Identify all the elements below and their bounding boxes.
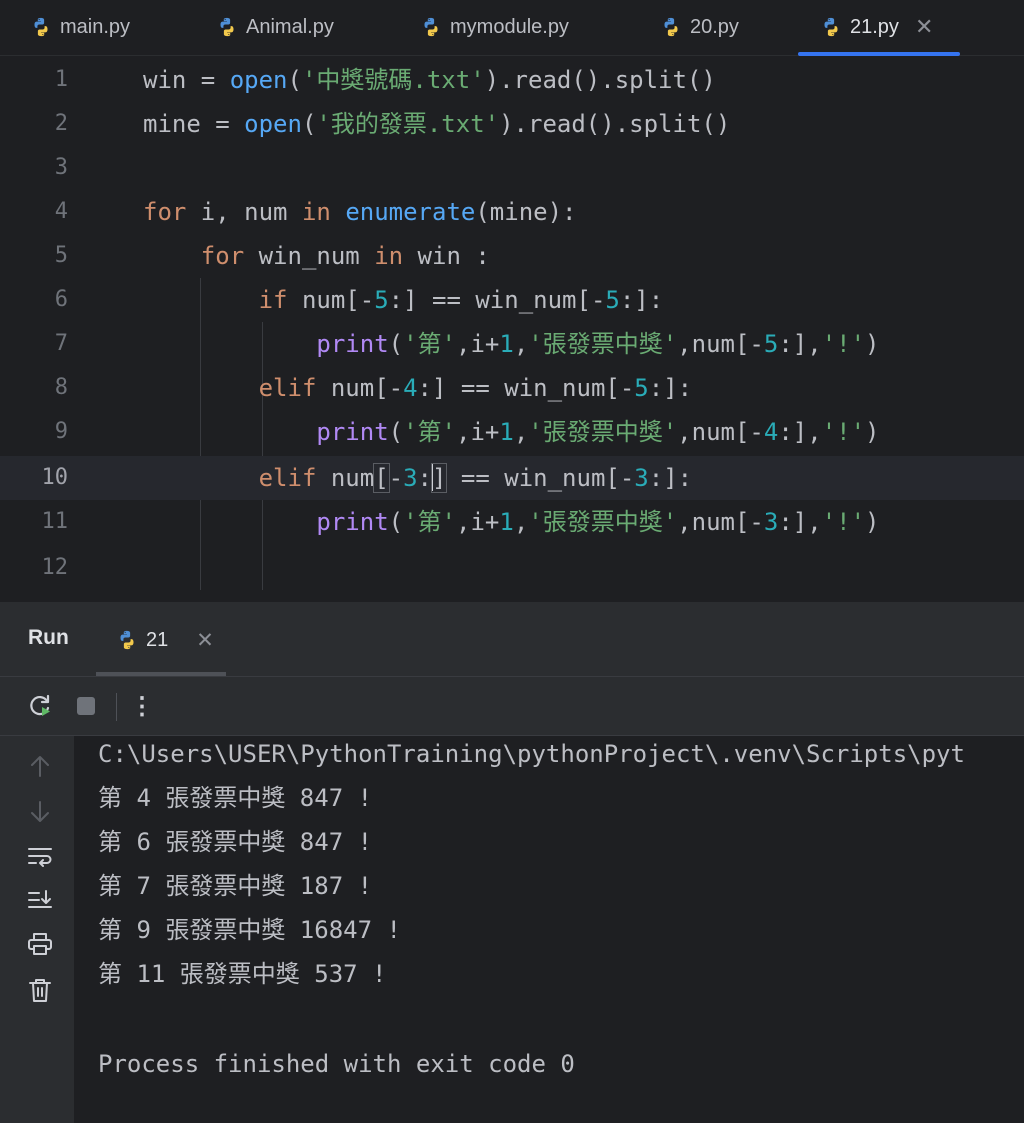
- clear-all-button[interactable]: [24, 974, 56, 1006]
- line-number: 12: [41, 555, 69, 580]
- line-number: 5: [54, 243, 68, 268]
- line-number: 3: [54, 155, 68, 180]
- code-text: elif num[-4:] == win_num[-5:]:: [258, 374, 693, 402]
- line-number: 6: [54, 287, 68, 312]
- console-line: C:\Users\USER\PythonTraining\pythonProje…: [98, 740, 965, 768]
- next-occurrence-button[interactable]: [24, 796, 56, 828]
- arrow-up-icon: [31, 756, 49, 777]
- print-icon: [28, 933, 52, 955]
- line-number: 4: [54, 199, 68, 224]
- code-line: 8 elif num[-4:] == win_num[-5:]:: [0, 366, 1024, 410]
- python-icon: [116, 629, 138, 651]
- python-icon: [216, 16, 238, 38]
- console-line: Process finished with exit code 0: [98, 1050, 575, 1078]
- toolbar-separator: [116, 693, 117, 721]
- code-line: 6 if num[-5:] == win_num[-5:]:: [0, 278, 1024, 322]
- console-line: 第 4 張發票中獎 847 !: [98, 784, 373, 812]
- code-text: mine = open('我的發票.txt').read().split(): [143, 110, 731, 138]
- tab-20-py[interactable]: 20.py: [660, 0, 739, 54]
- run-toolbar: ⋮: [0, 677, 1024, 736]
- code-text: print('第',i+1,'張發票中獎',num[-4:],'!'): [316, 418, 880, 446]
- console-output[interactable]: C:\Users\USER\PythonTraining\pythonProje…: [74, 736, 1024, 1123]
- line-number: 2: [54, 111, 68, 136]
- run-panel-header: Run 21 ✕: [0, 604, 1024, 677]
- close-icon[interactable]: ✕: [915, 14, 933, 40]
- previous-occurrence-button[interactable]: [24, 750, 56, 782]
- python-icon: [820, 16, 842, 38]
- console-line: 第 9 張發票中獎 16847 !: [98, 916, 401, 944]
- run-panel-title: Run: [28, 626, 69, 649]
- tab-label: Animal.py: [246, 15, 334, 38]
- more-options-button[interactable]: ⋮: [126, 690, 158, 722]
- run-tab-21[interactable]: 21 ✕: [96, 604, 226, 676]
- code-line: 7 print('第',i+1,'張發票中獎',num[-5:],'!'): [0, 322, 1024, 366]
- line-number: 10: [41, 465, 69, 490]
- line-number: 11: [41, 509, 69, 534]
- python-icon: [30, 16, 52, 38]
- current-code-line: 10 elif num[-3:] == win_num[-3:]:: [0, 456, 1024, 500]
- code-line: 11 print('第',i+1,'張發票中獎',num[-3:],'!'): [0, 500, 1024, 544]
- rerun-icon: [30, 694, 50, 716]
- run-side-toolbar: [0, 736, 74, 1123]
- stop-icon: [77, 697, 95, 715]
- code-text: if num[-5:] == win_num[-5:]:: [258, 286, 664, 314]
- code-line: 5 for win_num in win :: [0, 234, 1024, 278]
- console-line: 第 11 張發票中獎 537 !: [98, 960, 387, 988]
- scroll-to-end-icon: [28, 890, 52, 908]
- line-number: 1: [54, 67, 68, 92]
- code-text: win = open('中獎號碼.txt').read().split(): [143, 66, 716, 94]
- stop-button[interactable]: [70, 690, 102, 722]
- tab-label: main.py: [60, 15, 131, 38]
- code-text: print('第',i+1,'張發票中獎',num[-3:],'!'): [316, 508, 880, 536]
- python-icon: [420, 16, 442, 38]
- tab-animal-py[interactable]: Animal.py: [216, 0, 334, 54]
- code-text: print('第',i+1,'張發票中獎',num[-5:],'!'): [316, 330, 880, 358]
- editor-tab-bar: main.py Animal.py mymodule.py 20.py 21.p…: [0, 0, 1024, 56]
- code-line: 4 for i, num in enumerate(mine):: [0, 190, 1024, 234]
- rerun-button[interactable]: [24, 690, 56, 722]
- tab-label: mymodule.py: [450, 15, 569, 38]
- scroll-to-end-button[interactable]: [24, 884, 56, 916]
- tab-main-py[interactable]: main.py: [30, 0, 130, 54]
- code-text: for i, num in enumerate(mine):: [143, 198, 577, 226]
- tab-21-py[interactable]: 21.py ✕: [798, 0, 960, 56]
- python-icon: [660, 16, 682, 38]
- trash-icon: [29, 979, 51, 1002]
- code-editor[interactable]: 1 win = open('中獎號碼.txt').read().split() …: [0, 56, 1024, 602]
- line-number: 9: [54, 419, 68, 444]
- code-text: elif num[-3:] == win_num[-3:]:: [258, 463, 693, 493]
- soft-wrap-button[interactable]: [24, 840, 56, 872]
- code-line: 2 mine = open('我的發票.txt').read().split(): [0, 102, 1024, 146]
- code-line: 1 win = open('中獎號碼.txt').read().split(): [0, 58, 1024, 102]
- console-line: 第 7 張發票中獎 187 !: [98, 872, 373, 900]
- code-line: 12: [0, 546, 1024, 590]
- code-line: 9 print('第',i+1,'張發票中獎',num[-4:],'!'): [0, 410, 1024, 454]
- line-number: 7: [54, 331, 68, 356]
- code-line: 3: [0, 146, 1024, 190]
- tab-label: 21.py: [850, 15, 899, 38]
- line-number: 8: [54, 375, 68, 400]
- run-tab-label: 21: [146, 628, 169, 651]
- soft-wrap-icon: [28, 848, 52, 867]
- close-icon[interactable]: ✕: [196, 628, 214, 653]
- tab-mymodule-py[interactable]: mymodule.py: [420, 0, 569, 54]
- tab-label: 20.py: [690, 15, 739, 38]
- code-text: for win_num in win :: [200, 242, 490, 270]
- print-button[interactable]: [24, 928, 56, 960]
- arrow-down-icon: [31, 801, 49, 822]
- console-line: 第 6 張發票中獎 847 !: [98, 828, 373, 856]
